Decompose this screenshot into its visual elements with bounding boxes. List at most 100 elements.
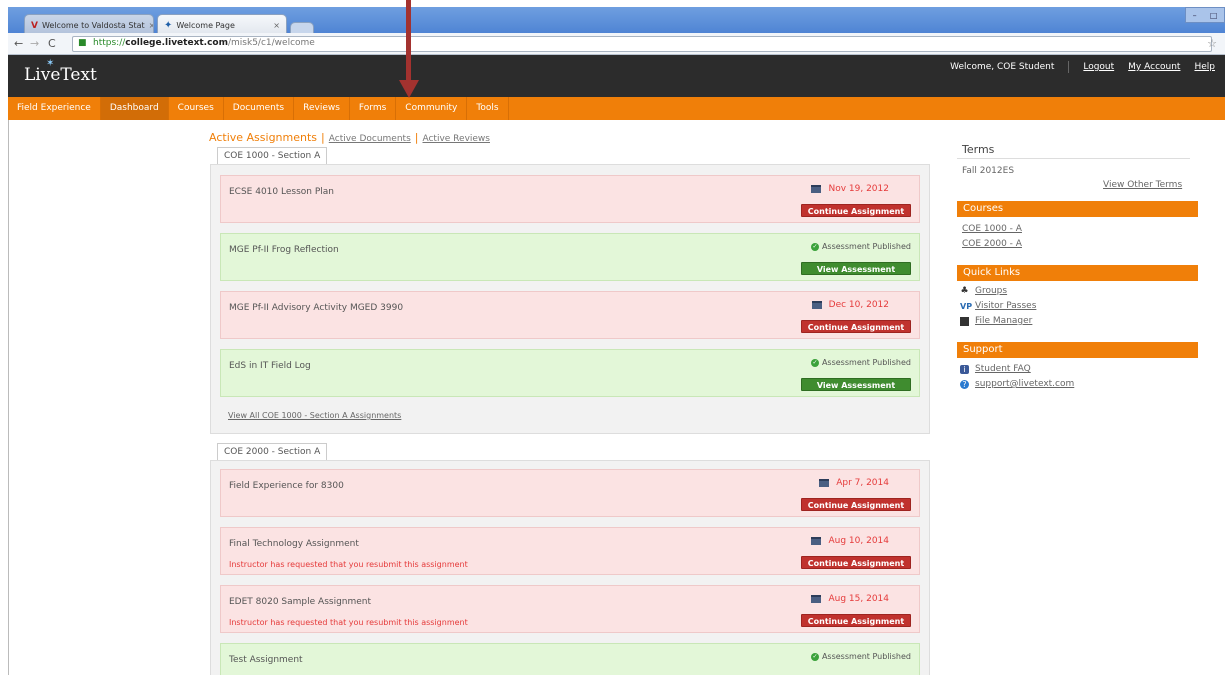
logo-text: LiveText (24, 65, 97, 85)
courses-heading: Courses (957, 201, 1198, 217)
livetext-favicon-icon: ✦ (164, 20, 173, 31)
quick-link-visitor-passes[interactable]: VP Visitor Passes (960, 301, 1036, 311)
nav-field-experience[interactable]: Field Experience (8, 97, 101, 120)
course-link-coe-2000[interactable]: COE 2000 - A (962, 239, 1022, 249)
assignment-title: EdS in IT Field Log (229, 361, 311, 371)
support-faq[interactable]: i Student FAQ (960, 364, 1031, 374)
due-date-text: Aug 15, 2014 (828, 594, 889, 604)
account-links: Welcome, COE Student Logout My Account H… (950, 61, 1215, 73)
assignment-title: ECSE 4010 Lesson Plan (229, 187, 334, 197)
nav-tools[interactable]: Tools (467, 97, 509, 120)
window-controls[interactable]: – □ (1185, 7, 1225, 23)
my-account-link[interactable]: My Account (1128, 62, 1180, 72)
header-divider (1068, 61, 1070, 73)
forward-arrow-icon[interactable]: → (30, 37, 39, 50)
help-link[interactable]: Help (1194, 62, 1215, 72)
continue-assignment-button[interactable]: Continue Assignment (801, 498, 911, 511)
visitor-passes-link[interactable]: Visitor Passes (975, 301, 1036, 311)
support-email-link[interactable]: support@livetext.com (975, 379, 1074, 389)
browser-tab-valdosta[interactable]: V Welcome to Valdosta Stat × (24, 14, 154, 33)
assignment-card: Field Experience for 8300 Apr 7, 2014 Co… (220, 469, 920, 517)
nav-dashboard[interactable]: Dashboard (100, 97, 169, 120)
published-text: Assessment Published (821, 242, 911, 251)
tab-active-documents[interactable]: Active Documents (329, 134, 411, 144)
minimize-icon[interactable]: – (1193, 11, 1197, 20)
groups-icon: ♣ (960, 285, 969, 296)
tab-divider: | (414, 131, 419, 144)
assignment-card: EdS in IT Field Log ✓ Assessment Publishe… (220, 349, 920, 397)
quick-link-groups[interactable]: ♣ Groups (960, 286, 1007, 296)
due-date: Dec 10, 2012 (811, 300, 889, 310)
continue-assignment-button[interactable]: Continue Assignment (801, 204, 911, 217)
nav-community[interactable]: Community (396, 97, 468, 120)
calendar-icon (819, 479, 830, 487)
section-coe-1000: ECSE 4010 Lesson Plan Nov 19, 2012 Conti… (210, 164, 930, 434)
view-other-terms-link[interactable]: View Other Terms (1103, 180, 1182, 190)
view-assessment-button[interactable]: View Assessment (801, 378, 911, 391)
url-path: /misk5/c1/welcome (228, 38, 315, 48)
nav-reviews[interactable]: Reviews (294, 97, 350, 120)
left-border (8, 120, 9, 675)
quick-link-file-manager[interactable]: File Manager (960, 316, 1032, 326)
livetext-logo[interactable]: ✶ LiveText (24, 58, 97, 85)
calendar-icon (811, 301, 822, 309)
back-arrow-icon[interactable]: ← (14, 37, 23, 50)
due-date-text: Apr 7, 2014 (836, 478, 889, 488)
nav-forms[interactable]: Forms (350, 97, 397, 120)
section-tab-coe-2000: COE 2000 - Section A (217, 443, 328, 460)
nav-documents[interactable]: Documents (224, 97, 295, 120)
published-status: ✓ Assessment Published (810, 242, 911, 251)
student-faq-link[interactable]: Student FAQ (975, 364, 1031, 374)
calendar-icon (811, 537, 822, 545)
view-all-assignments-link[interactable]: View All COE 1000 - Section A Assignment… (228, 411, 401, 420)
check-icon: ✓ (810, 242, 819, 251)
assignment-card: ECSE 4010 Lesson Plan Nov 19, 2012 Conti… (220, 175, 920, 223)
browser-tab-label: Welcome Page (176, 21, 235, 30)
bookmark-star-icon[interactable]: ☆ (1207, 37, 1217, 50)
continue-assignment-button[interactable]: Continue Assignment (801, 320, 911, 333)
file-manager-icon (960, 316, 969, 326)
terms-heading: Terms (962, 143, 995, 156)
address-toolbar: ← → C ■ https://college.livetext.com/mis… (8, 33, 1225, 55)
browser-tab-welcome[interactable]: ✦ Welcome Page × (157, 14, 287, 33)
check-icon: ✓ (810, 358, 819, 367)
close-tab-icon[interactable]: × (149, 21, 153, 30)
assignment-card: MGE Pf-II Frog Reflection ✓ Assessment Pu… (220, 233, 920, 281)
annotation-arrow-head-icon (399, 80, 419, 98)
site-header: ✶ LiveText Welcome, COE Student Logout M… (8, 55, 1225, 97)
continue-assignment-button[interactable]: Continue Assignment (801, 556, 911, 569)
published-text: Assessment Published (821, 652, 911, 661)
active-items-tabs: Active Assignments | Active Documents | Acti… (209, 131, 490, 144)
assignment-card: Final Technology Assignment Instructor h… (220, 527, 920, 575)
maximize-icon[interactable]: □ (1210, 11, 1218, 20)
logout-link[interactable]: Logout (1083, 62, 1114, 72)
url-input[interactable]: ■ https://college.livetext.com/misk5/c1/… (72, 36, 1212, 52)
assignment-title: Test Assignment (229, 655, 303, 665)
continue-assignment-button[interactable]: Continue Assignment (801, 614, 911, 627)
nav-courses[interactable]: Courses (169, 97, 224, 120)
calendar-icon (811, 595, 822, 603)
lock-icon: ■ (78, 38, 87, 48)
file-manager-link[interactable]: File Manager (975, 316, 1032, 326)
welcome-text: Welcome, COE Student (950, 62, 1055, 72)
url-domain: college.livetext.com (125, 38, 228, 48)
calendar-icon (811, 185, 822, 193)
due-date-text: Dec 10, 2012 (828, 300, 889, 310)
assignment-card: EDET 8020 Sample Assignment Instructor h… (220, 585, 920, 633)
new-tab-button[interactable] (290, 22, 314, 33)
tab-active-assignments[interactable]: Active Assignments (209, 131, 317, 144)
groups-link[interactable]: Groups (975, 286, 1007, 296)
course-link-coe-1000[interactable]: COE 1000 - A (962, 224, 1022, 234)
assignment-title: MGE Pf-II Advisory Activity MGED 3990 (229, 303, 404, 313)
assignment-card: Test Assignment ✓ Assessment Published (220, 643, 920, 675)
close-tab-icon[interactable]: × (273, 21, 280, 30)
reload-icon[interactable]: C (48, 37, 56, 50)
support-email[interactable]: ? support@livetext.com (960, 379, 1074, 389)
due-date: Aug 10, 2014 (811, 536, 889, 546)
published-status: ✓ Assessment Published (810, 358, 911, 367)
quick-links-heading: Quick Links (957, 265, 1198, 281)
resubmit-warning: Instructor has requested that you resubm… (229, 560, 468, 569)
tab-active-reviews[interactable]: Active Reviews (422, 134, 490, 144)
current-term: Fall 2012ES (962, 166, 1015, 176)
view-assessment-button[interactable]: View Assessment (801, 262, 911, 275)
